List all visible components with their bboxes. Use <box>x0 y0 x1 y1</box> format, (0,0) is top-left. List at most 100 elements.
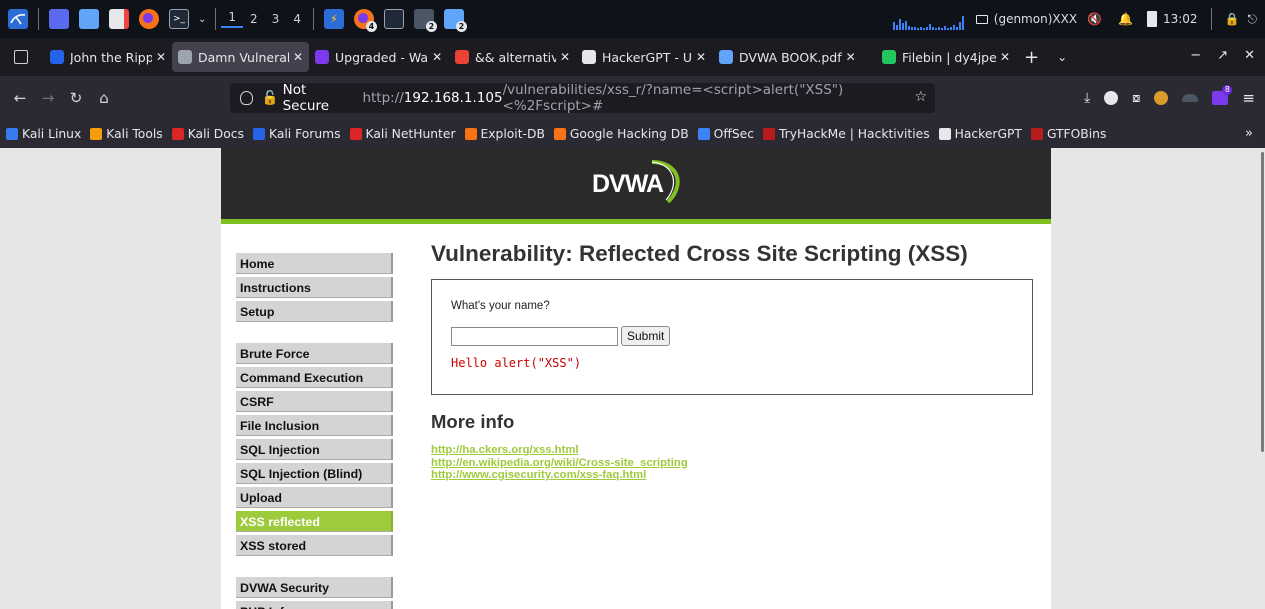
menu-spacer <box>236 325 393 343</box>
menu-item-xss-reflected[interactable]: XSS reflected <box>236 511 393 532</box>
terminal-group-task-icon[interactable]: 2 <box>413 9 437 32</box>
clock[interactable]: 13:02 <box>1163 12 1198 26</box>
bookmark-item[interactable]: HackerGPT <box>938 127 1022 141</box>
bookmark-favicon-icon <box>90 128 103 140</box>
address-bar[interactable]: 🔓 Not Secure http:// 192.168.1.105 /vuln… <box>230 82 935 114</box>
browser-tab[interactable]: Damn Vulnerable ✕ <box>172 42 309 72</box>
browser-tab[interactable]: HackerGPT - U ✕ <box>576 42 713 72</box>
menu-item-dvwa-security[interactable]: DVWA Security <box>236 577 393 598</box>
browser-tab[interactable]: Upgraded - Wa ✕ <box>309 42 449 72</box>
app-menu-icon[interactable]: ≡ <box>1242 89 1255 107</box>
volume-muted-icon[interactable]: 🔇 <box>1087 12 1102 26</box>
workspace-2[interactable]: 2 <box>243 12 265 26</box>
firefox-launcher-icon[interactable] <box>139 9 159 29</box>
account-icon[interactable] <box>1104 91 1119 105</box>
power-icon[interactable]: ⎋ <box>1248 12 1258 27</box>
terminal-launcher-icon[interactable]: >_ <box>169 9 189 29</box>
cookie-extension-icon[interactable] <box>1154 91 1169 105</box>
tab-list-dropdown-icon[interactable]: ⌄ <box>1057 50 1067 64</box>
bookmark-item[interactable]: Kali NetHunter <box>349 127 456 141</box>
text-editor-icon[interactable] <box>109 9 129 29</box>
browser-tab[interactable]: Filebin | dy4jpe ✕ <box>876 42 1016 72</box>
new-tab-button[interactable]: + <box>1024 47 1039 68</box>
bookmark-item[interactable]: Kali Docs <box>171 127 244 141</box>
reload-button[interactable]: ↻ <box>62 89 90 107</box>
menu-item-home[interactable]: Home <box>236 253 393 274</box>
wappalyzer-extension-icon[interactable]: 8 <box>1212 85 1233 105</box>
bookmark-favicon-icon <box>464 128 477 140</box>
tracking-protection-icon[interactable] <box>240 91 253 105</box>
forward-button[interactable]: → <box>34 89 62 107</box>
menu-item-brute-force[interactable]: Brute Force <box>236 343 393 364</box>
submit-button[interactable]: Submit <box>621 326 671 346</box>
firefox-window-count: 4 <box>365 21 377 32</box>
notification-bell-icon[interactable]: 🔔 <box>1118 12 1133 26</box>
bookmark-item[interactable]: TryHackMe | Hacktivities <box>762 127 930 141</box>
bookmark-item[interactable]: Exploit-DB <box>464 127 545 141</box>
battery-icon[interactable] <box>1146 11 1157 27</box>
bookmark-star-icon[interactable]: ☆ <box>914 89 927 105</box>
bookmark-item[interactable]: Kali Forums <box>252 127 341 141</box>
tab-close-icon[interactable]: ✕ <box>156 50 166 64</box>
not-secure-label[interactable]: Not Secure <box>283 82 356 114</box>
browser-tab[interactable]: John the Ripper ✕ <box>44 42 172 72</box>
cpu-graph <box>892 8 964 30</box>
maximize-window-icon[interactable]: ↗ <box>1217 48 1228 63</box>
bookmarks-overflow-icon[interactable]: » <box>1245 126 1253 141</box>
hacker-hat-extension-icon[interactable] <box>1182 94 1199 102</box>
workspace-3[interactable]: 3 <box>265 12 287 26</box>
workspace-4[interactable]: 4 <box>286 12 308 26</box>
terminal-task-icon[interactable] <box>383 9 404 29</box>
firefox-task-icon[interactable]: 4 <box>353 9 377 32</box>
files-task-icon[interactable]: 2 <box>443 9 467 32</box>
not-secure-icon[interactable]: 🔓 <box>262 90 279 106</box>
kali-menu-icon[interactable] <box>8 9 28 29</box>
tab-close-icon[interactable]: ✕ <box>293 50 303 64</box>
tab-close-icon[interactable]: ✕ <box>696 50 706 64</box>
back-button[interactable]: ← <box>6 89 34 107</box>
dvwa-logo[interactable]: DVWA <box>582 156 690 212</box>
extensions-puzzle-icon[interactable]: ⧇ <box>1132 91 1140 106</box>
lock-screen-icon[interactable]: 🔒 <box>1225 12 1240 26</box>
name-input[interactable] <box>451 326 618 346</box>
workspace-1[interactable]: 1 <box>221 10 244 28</box>
page-scrollbar[interactable] <box>1261 152 1264 452</box>
bookmark-favicon-icon <box>938 128 951 140</box>
file-manager-icon[interactable] <box>79 9 99 29</box>
more-info-link[interactable]: http://www.cgisecurity.com/xss-faq.html <box>431 469 1033 482</box>
downloads-icon[interactable]: ⤓ <box>1084 90 1090 106</box>
burp-task-icon[interactable]: ⚡ <box>323 9 344 29</box>
menu-item-sql-injection[interactable]: SQL Injection <box>236 439 393 460</box>
tab-favicon-icon <box>882 50 896 64</box>
menu-item-file-inclusion[interactable]: File Inclusion <box>236 415 393 436</box>
tab-close-icon[interactable]: ✕ <box>432 50 442 64</box>
menu-item-upload[interactable]: Upload <box>236 487 393 508</box>
close-window-icon[interactable]: ✕ <box>1244 48 1255 63</box>
tab-close-icon[interactable]: ✕ <box>1000 50 1010 64</box>
tab-close-icon[interactable]: ✕ <box>846 50 856 64</box>
bookmark-item[interactable]: OffSec <box>697 127 754 141</box>
browser-tab[interactable]: && alternative ✕ <box>449 42 576 72</box>
menu-item-setup[interactable]: Setup <box>236 301 393 322</box>
menu-item-instructions[interactable]: Instructions <box>236 277 393 298</box>
bookmark-item[interactable]: Google Hacking DB <box>553 127 689 141</box>
browser-tab[interactable]: DVWA BOOK.pdf ✕ <box>713 42 876 72</box>
bookmark-item[interactable]: GTFOBins <box>1030 127 1106 141</box>
menu-item-csrf[interactable]: CSRF <box>236 391 393 412</box>
launcher-dropdown-icon[interactable]: ⌄ <box>198 14 206 25</box>
menu-item-php-info[interactable]: PHP Info <box>236 601 393 609</box>
tab-close-icon[interactable]: ✕ <box>560 50 570 64</box>
minimize-window-icon[interactable]: − <box>1190 48 1201 63</box>
genmon-text[interactable]: (genmon)XXX <box>994 12 1077 26</box>
menu-item-xss-stored[interactable]: XSS stored <box>236 535 393 556</box>
menu-item-command-execution[interactable]: Command Execution <box>236 367 393 388</box>
bookmark-item[interactable]: Kali Tools <box>90 127 163 141</box>
show-desktop-icon[interactable] <box>49 9 69 29</box>
menu-item-sql-injection-blind[interactable]: SQL Injection (Blind) <box>236 463 393 484</box>
more-info-link[interactable]: http://en.wikipedia.org/wiki/Cross-site_… <box>431 457 1033 470</box>
bookmark-item[interactable]: Kali Linux <box>6 127 81 141</box>
tab-overview-icon[interactable] <box>14 50 28 64</box>
bookmark-favicon-icon <box>171 128 184 140</box>
home-button[interactable]: ⌂ <box>90 89 118 107</box>
more-info-link[interactable]: http://ha.ckers.org/xss.html <box>431 444 1033 457</box>
